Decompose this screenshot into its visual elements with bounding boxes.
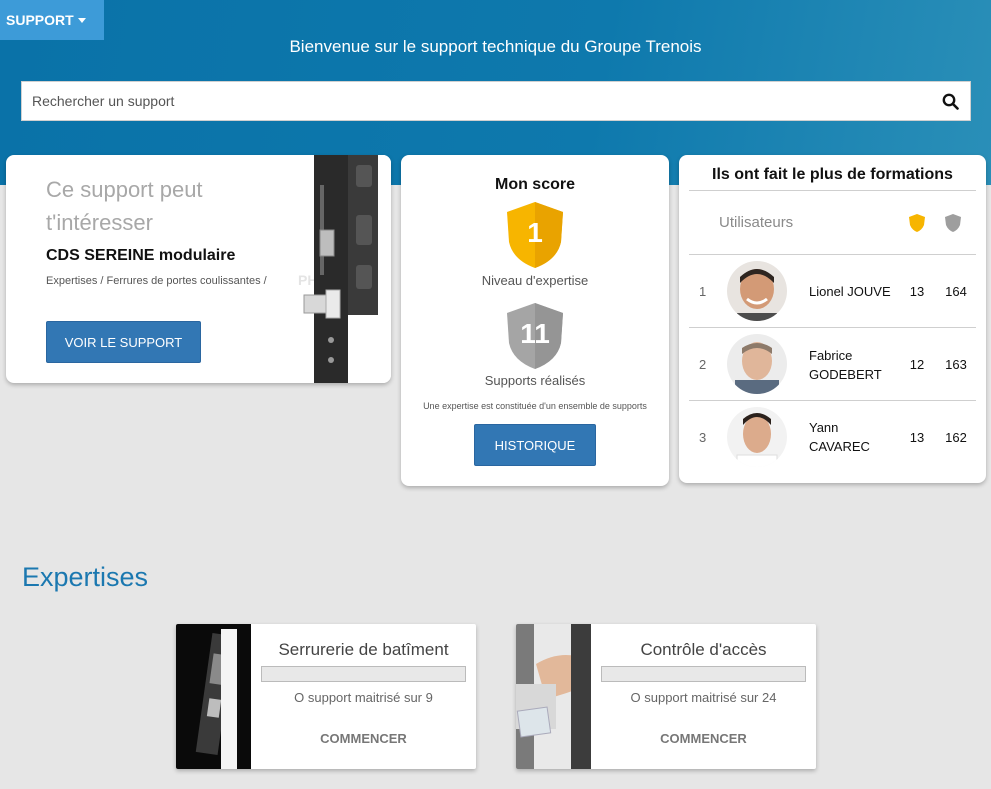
avatar bbox=[727, 334, 787, 394]
row-user-name: Yann CAVAREC bbox=[809, 420, 870, 454]
row-rank: 1 bbox=[699, 284, 707, 299]
suggestion-breadcrumb: Expertises / Ferrures de portes coulissa… bbox=[46, 275, 267, 287]
expertise-card[interactable]: Serrurerie de batîment O support maitris… bbox=[176, 624, 476, 769]
score-card: Mon score 1 Niveau d'expertise 11 Suppor… bbox=[401, 155, 669, 486]
suggestion-card: Ce support peut t'intéresser CDS SEREINE… bbox=[6, 155, 391, 383]
suggestion-product-name: CDS SEREINE modulaire bbox=[46, 247, 236, 264]
divider bbox=[689, 190, 976, 191]
row-rank: 3 bbox=[699, 430, 707, 445]
expertise-name: Serrurerie de batîment bbox=[278, 640, 449, 659]
expertise-note: Une expertise est constituée d'un ensemb… bbox=[423, 401, 647, 411]
expertise-count: O support maitrisé sur 9 bbox=[294, 690, 433, 705]
row-user-name: Fabrice GODEBERT bbox=[809, 348, 882, 382]
supports-done-value: 11 bbox=[520, 318, 550, 349]
leaderboard-row: 2 Fabrice GODEBERT 12 163 bbox=[679, 328, 986, 401]
history-button[interactable]: HISTORIQUE bbox=[474, 424, 596, 466]
lock-mechanism-image bbox=[176, 624, 251, 769]
start-button[interactable]: COMMENCER bbox=[251, 731, 476, 746]
score-title: Mon score bbox=[494, 176, 575, 193]
avatar bbox=[727, 407, 787, 467]
search-bar bbox=[21, 81, 971, 121]
access-card-image bbox=[516, 624, 591, 769]
expertise-card[interactable]: Contrôle d'accès O support maitrisé sur … bbox=[516, 624, 816, 769]
search-input[interactable] bbox=[22, 82, 930, 120]
silver-shield-icon bbox=[945, 214, 961, 232]
expertise-progress-bar bbox=[601, 666, 806, 682]
leaderboard-row: 3 Yann CAVAREC 13 162 bbox=[679, 401, 986, 474]
support-menu-button[interactable]: SUPPORT bbox=[0, 0, 104, 40]
row-score-gold: 13 bbox=[909, 430, 925, 445]
expertise-level-label: Niveau d'expertise bbox=[481, 273, 589, 288]
leaderboard-card: Ils ont fait le plus de formations Utili… bbox=[679, 155, 986, 483]
product-lock-image: PH bbox=[296, 155, 391, 383]
expertise-level-value: 1 bbox=[527, 217, 543, 248]
avatar bbox=[727, 261, 787, 321]
gold-shield-icon bbox=[909, 214, 925, 232]
expertise-name: Contrôle d'accès bbox=[640, 640, 767, 659]
row-score-gold: 12 bbox=[909, 357, 925, 372]
view-support-button[interactable]: VOIR LE SUPPORT bbox=[46, 321, 201, 363]
leaderboard-title: Ils ont fait le plus de formations bbox=[712, 166, 953, 183]
row-score-silver: 164 bbox=[945, 284, 967, 299]
row-user-name: Lionel JOUVE bbox=[809, 284, 891, 299]
row-score-silver: 163 bbox=[945, 357, 967, 372]
expertise-count: O support maitrisé sur 24 bbox=[630, 690, 777, 705]
row-rank: 2 bbox=[699, 357, 707, 372]
search-icon[interactable] bbox=[930, 81, 970, 121]
leaderboard-row: 1 Lionel JOUVE 13 164 bbox=[679, 255, 986, 328]
welcome-message: Bienvenue sur le support technique du Gr… bbox=[289, 37, 702, 56]
caret-down-icon bbox=[77, 17, 86, 23]
start-button[interactable]: COMMENCER bbox=[591, 731, 816, 746]
expertise-progress-bar bbox=[261, 666, 466, 682]
support-menu-label: SUPPORT bbox=[6, 12, 74, 28]
row-score-silver: 162 bbox=[945, 430, 967, 445]
row-score-gold: 13 bbox=[909, 284, 925, 299]
supports-done-label: Supports réalisés bbox=[484, 373, 586, 388]
users-column-header: Utilisateurs bbox=[719, 214, 794, 231]
suggestion-title: Ce support peut t'intéresser bbox=[46, 177, 203, 235]
expertises-title: Expertises bbox=[22, 562, 149, 592]
